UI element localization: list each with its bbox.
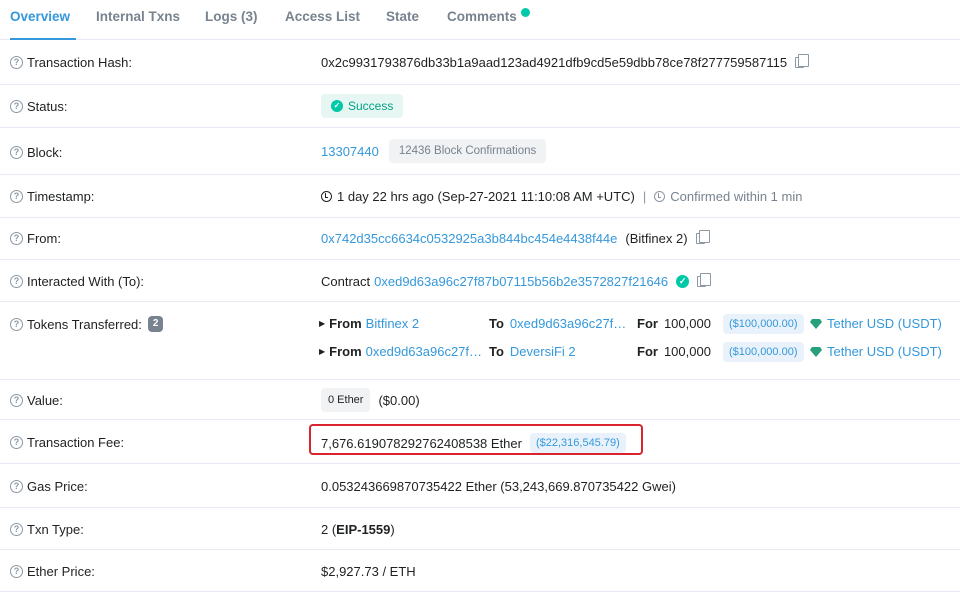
token-transfer-amount: For 100,000 — [637, 316, 711, 331]
tether-token-icon — [810, 346, 822, 357]
copy-icon[interactable] — [697, 273, 712, 287]
block-value: 13307440 12436 Block Confirmations — [321, 139, 547, 163]
label-interacted-with: ? Interacted With (To): — [10, 274, 144, 289]
highlight-box — [309, 424, 643, 455]
check-circle-icon: ✓ — [331, 100, 343, 112]
caret-right-icon: ▶ — [319, 319, 326, 328]
label-status: ? Status: — [10, 99, 67, 114]
help-icon[interactable]: ? — [10, 275, 23, 288]
tab-bar: Overview Internal Txns Logs (3) Access L… — [0, 0, 960, 40]
copy-icon[interactable] — [695, 230, 710, 244]
copy-icon[interactable] — [795, 54, 810, 68]
transfer-from-link[interactable]: Bitfinex 2 — [366, 316, 419, 331]
help-icon[interactable]: ? — [10, 232, 23, 245]
interacted-with-value: Contract 0xed9d63a96c27f87b07115b56b2e35… — [321, 273, 712, 289]
transfer-to-link[interactable]: 0xed9d63a96c27f… — [510, 316, 626, 331]
txn-type-value: 2 ( EIP-1559 ) — [321, 522, 395, 537]
token-transfer-to: To DeversiFi 2 — [489, 344, 576, 359]
tab-access-list[interactable]: Access List — [285, 0, 360, 40]
label-txn-type: ? Txn Type: — [10, 522, 84, 537]
token-transfer-from: ▶ From Bitfinex 2 — [319, 316, 420, 331]
row-txn-type: ? Txn Type: 2 ( EIP-1559 ) — [0, 508, 960, 550]
token-transfer-from: ▶ From 0xed9d63a96c27f… — [319, 344, 483, 359]
confirmed-within-text: Confirmed within 1 min — [670, 189, 803, 204]
row-gas-price: ? Gas Price: 0.053243669870735422 Ether … — [0, 464, 960, 508]
row-transaction-hash: ? Transaction Hash: 0x2c9931793876db33b1… — [0, 40, 960, 85]
token-link[interactable]: Tether USD (USDT) — [827, 316, 942, 331]
from-address-link[interactable]: 0x742d35cc6634c0532925a3b844bc454e4438f4… — [321, 231, 617, 246]
row-value: ? Value: 0 Ether ($0.00) — [0, 380, 960, 420]
transfer-from-link[interactable]: 0xed9d63a96c27f… — [366, 344, 482, 359]
label-value: ? Value: — [10, 393, 63, 408]
value-value: 0 Ether ($0.00) — [321, 388, 420, 412]
token-transfer-usd: ($100,000.00) — [723, 342, 804, 362]
clock-icon — [654, 191, 666, 202]
help-icon[interactable]: ? — [10, 317, 23, 331]
label-tokens-transferred: ? Tokens Transferred: 2 — [10, 316, 164, 332]
help-icon[interactable]: ? — [10, 146, 23, 159]
help-icon[interactable]: ? — [10, 56, 23, 69]
help-icon[interactable]: ? — [10, 190, 23, 203]
row-timestamp: ? Timestamp: 1 day 22 hrs ago (Sep-27-20… — [0, 175, 960, 218]
row-status: ? Status: ✓ Success — [0, 85, 960, 128]
caret-right-icon: ▶ — [319, 347, 326, 356]
comments-notification-dot — [521, 8, 530, 17]
tab-state[interactable]: State — [386, 0, 419, 40]
help-icon[interactable]: ? — [10, 394, 23, 407]
tab-overview[interactable]: Overview — [10, 0, 76, 40]
block-number-link[interactable]: 13307440 — [321, 144, 379, 159]
label-ether-price: ? Ether Price: — [10, 564, 95, 579]
token-transfer-token: Tether USD (USDT) — [810, 344, 942, 359]
from-value: 0x742d35cc6634c0532925a3b844bc454e4438f4… — [321, 230, 710, 246]
label-from: ? From: — [10, 231, 61, 246]
ether-value-badge: 0 Ether — [321, 388, 371, 412]
label-transaction-fee: ? Transaction Fee: — [10, 435, 124, 450]
block-confirmations-badge: 12436 Block Confirmations — [388, 139, 547, 163]
token-transfer-to: To 0xed9d63a96c27f… — [489, 316, 627, 331]
help-icon[interactable]: ? — [10, 565, 23, 578]
tab-internal-txns[interactable]: Internal Txns — [96, 0, 180, 40]
clock-icon — [321, 191, 332, 202]
tether-token-icon — [810, 318, 822, 329]
row-from: ? From: 0x742d35cc6634c0532925a3b844bc45… — [0, 218, 960, 260]
transfer-to-link[interactable]: DeversiFi 2 — [510, 344, 576, 359]
tab-logs[interactable]: Logs (3) — [205, 0, 258, 40]
label-transaction-hash: ? Transaction Hash: — [10, 55, 132, 70]
transaction-hash-value: 0x2c9931793876db33b1a9aad123ad4921dfb9cd… — [321, 54, 810, 70]
row-ether-price: ? Ether Price: $2,927.73 / ETH — [0, 550, 960, 592]
label-gas-price: ? Gas Price: — [10, 479, 88, 494]
label-timestamp: ? Timestamp: — [10, 189, 94, 204]
tab-comments[interactable]: Comments — [447, 0, 517, 40]
timestamp-value: 1 day 22 hrs ago (Sep-27-2021 11:10:08 A… — [321, 189, 802, 204]
token-link[interactable]: Tether USD (USDT) — [827, 344, 942, 359]
token-transfer-token: Tether USD (USDT) — [810, 316, 942, 331]
row-interacted-with: ? Interacted With (To): Contract 0xed9d6… — [0, 260, 960, 302]
help-icon[interactable]: ? — [10, 480, 23, 493]
contract-address-link[interactable]: 0xed9d63a96c27f87b07115b56b2e3572827f216… — [374, 274, 668, 289]
help-icon[interactable]: ? — [10, 523, 23, 536]
help-icon[interactable]: ? — [10, 436, 23, 449]
label-block: ? Block: — [10, 145, 62, 160]
help-icon[interactable]: ? — [10, 100, 23, 113]
token-transfer-usd: ($100,000.00) — [723, 314, 804, 334]
transaction-hash-text: 0x2c9931793876db33b1a9aad123ad4921dfb9cd… — [321, 55, 788, 70]
row-block: ? Block: 13307440 12436 Block Confirmati… — [0, 128, 960, 175]
row-tokens-transferred: ? Tokens Transferred: 2 ▶ From Bitfinex … — [0, 302, 960, 380]
verified-check-icon: ✓ — [676, 275, 690, 288]
ether-price-value: $2,927.73 / ETH — [321, 564, 416, 579]
status-badge: ✓ Success — [321, 94, 404, 118]
token-count-badge: 2 — [147, 316, 164, 332]
from-name-tag: (Bitfinex 2) — [625, 231, 688, 246]
token-transfer-amount: For 100,000 — [637, 344, 711, 359]
gas-price-value: 0.053243669870735422 Ether (53,243,669.8… — [321, 479, 676, 494]
